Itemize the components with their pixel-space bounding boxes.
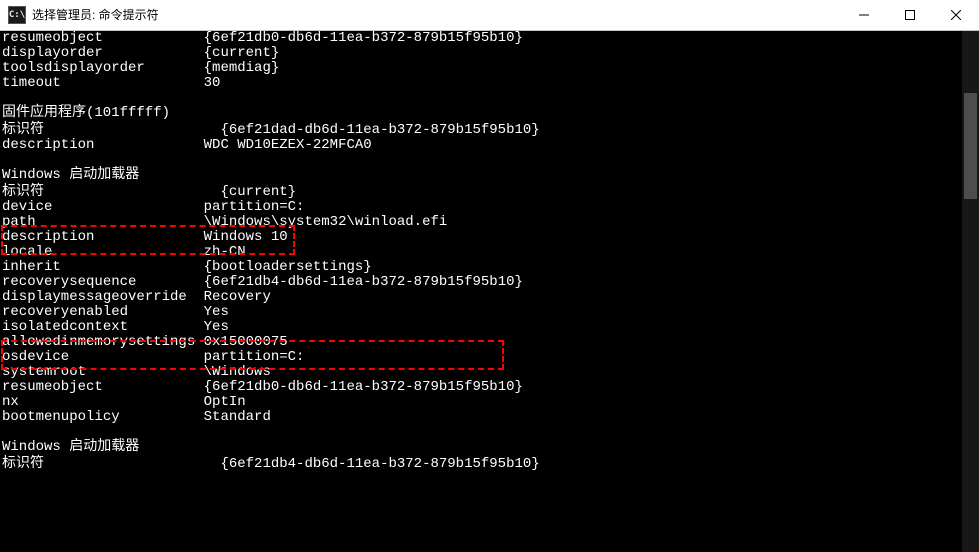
kv-line: resumeobject {6ef21db0-db6d-11ea-b372-87… bbox=[0, 31, 979, 46]
kv-key: displaymessageoverride bbox=[2, 290, 204, 305]
kv-value: Windows 10 bbox=[204, 230, 288, 245]
kv-value: {current} bbox=[204, 46, 280, 61]
kv-line: description Windows 10 bbox=[0, 230, 979, 245]
kv-value: {memdiag} bbox=[204, 61, 280, 76]
close-button[interactable] bbox=[933, 0, 979, 30]
kv-line: recoveryenabled Yes bbox=[0, 305, 979, 320]
section-text: Windows 启动加载器 bbox=[2, 168, 139, 183]
section-text: Windows 启动加载器 bbox=[2, 440, 139, 455]
kv-key: osdevice bbox=[2, 350, 204, 365]
kv-key: allowedinmemorysettings bbox=[2, 335, 204, 350]
kv-value: {6ef21db0-db6d-11ea-b372-879b15f95b10} bbox=[204, 380, 523, 395]
kv-value: 30 bbox=[204, 76, 221, 91]
kv-line: 标识符 {6ef21db4-db6d-11ea-b372-879b15f95b1… bbox=[0, 457, 979, 472]
kv-key: device bbox=[2, 200, 204, 215]
kv-value: \Windows bbox=[204, 365, 271, 380]
kv-key: 标识符 bbox=[2, 123, 220, 138]
kv-key: path bbox=[2, 215, 204, 230]
kv-line: toolsdisplayorder {memdiag} bbox=[0, 61, 979, 76]
kv-line: locale zh-CN bbox=[0, 245, 979, 260]
kv-line: isolatedcontext Yes bbox=[0, 320, 979, 335]
kv-line: recoverysequence {6ef21db4-db6d-11ea-b37… bbox=[0, 275, 979, 290]
kv-value: \Windows\system32\winload.efi bbox=[204, 215, 448, 230]
kv-line: osdevice partition=C: bbox=[0, 350, 979, 365]
kv-key: 标识符 bbox=[2, 457, 220, 472]
kv-key: isolatedcontext bbox=[2, 320, 204, 335]
section-text: 固件应用程序(101fffff) bbox=[2, 106, 170, 121]
kv-key: timeout bbox=[2, 76, 204, 91]
kv-key: nx bbox=[2, 395, 204, 410]
kv-key: 标识符 bbox=[2, 185, 220, 200]
kv-value: Yes bbox=[204, 305, 229, 320]
minimize-button[interactable] bbox=[841, 0, 887, 30]
kv-key: resumeobject bbox=[2, 380, 204, 395]
kv-key: displayorder bbox=[2, 46, 204, 61]
window-controls bbox=[841, 0, 979, 30]
kv-line: resumeobject {6ef21db0-db6d-11ea-b372-87… bbox=[0, 380, 979, 395]
kv-line: path \Windows\system32\winload.efi bbox=[0, 215, 979, 230]
kv-value: WDC WD10EZEX-22MFCA0 bbox=[204, 138, 372, 153]
kv-line: 标识符 {current} bbox=[0, 185, 979, 200]
kv-line: displayorder {current} bbox=[0, 46, 979, 61]
section-header: Windows 启动加载器 bbox=[0, 440, 979, 455]
kv-key: recoverysequence bbox=[2, 275, 204, 290]
kv-key: resumeobject bbox=[2, 31, 204, 46]
blank-line bbox=[0, 153, 979, 168]
kv-value: {6ef21db4-db6d-11ea-b372-879b15f95b10} bbox=[220, 457, 539, 472]
kv-line: inherit {bootloadersettings} bbox=[0, 260, 979, 275]
kv-line: bootmenupolicy Standard bbox=[0, 410, 979, 425]
kv-line: device partition=C: bbox=[0, 200, 979, 215]
kv-value: {6ef21db0-db6d-11ea-b372-879b15f95b10} bbox=[204, 31, 523, 46]
kv-line: nx OptIn bbox=[0, 395, 979, 410]
kv-line: timeout 30 bbox=[0, 76, 979, 91]
kv-value: {current} bbox=[220, 185, 296, 200]
maximize-button[interactable] bbox=[887, 0, 933, 30]
kv-key: toolsdisplayorder bbox=[2, 61, 204, 76]
console-output[interactable]: resumeobject {6ef21db0-db6d-11ea-b372-87… bbox=[0, 31, 979, 552]
blank-line bbox=[0, 91, 979, 106]
kv-value: 0x15000075 bbox=[204, 335, 288, 350]
kv-key: locale bbox=[2, 245, 204, 260]
kv-value: Standard bbox=[204, 410, 271, 425]
cmd-icon: C:\ bbox=[8, 6, 26, 24]
vertical-scrollbar[interactable] bbox=[962, 31, 979, 552]
kv-value: {bootloadersettings} bbox=[204, 260, 372, 275]
window-title-bar[interactable]: C:\ 选择管理员: 命令提示符 bbox=[0, 0, 979, 31]
kv-value: {6ef21db4-db6d-11ea-b372-879b15f95b10} bbox=[204, 275, 523, 290]
kv-key: systemroot bbox=[2, 365, 204, 380]
kv-value: Yes bbox=[204, 320, 229, 335]
kv-key: description bbox=[2, 230, 204, 245]
kv-key: recoveryenabled bbox=[2, 305, 204, 320]
window-title: 选择管理员: 命令提示符 bbox=[32, 8, 159, 23]
kv-line: systemroot \Windows bbox=[0, 365, 979, 380]
kv-line: 标识符 {6ef21dad-db6d-11ea-b372-879b15f95b1… bbox=[0, 123, 979, 138]
kv-key: description bbox=[2, 138, 204, 153]
scrollbar-thumb[interactable] bbox=[964, 93, 977, 199]
kv-value: partition=C: bbox=[204, 350, 305, 365]
section-header: 固件应用程序(101fffff) bbox=[0, 106, 979, 121]
kv-value: {6ef21dad-db6d-11ea-b372-879b15f95b10} bbox=[220, 123, 539, 138]
kv-value: zh-CN bbox=[204, 245, 246, 260]
kv-key: bootmenupolicy bbox=[2, 410, 204, 425]
kv-line: description WDC WD10EZEX-22MFCA0 bbox=[0, 138, 979, 153]
kv-key: inherit bbox=[2, 260, 204, 275]
section-header: Windows 启动加载器 bbox=[0, 168, 979, 183]
kv-line: allowedinmemorysettings 0x15000075 bbox=[0, 335, 979, 350]
kv-value: Recovery bbox=[204, 290, 271, 305]
blank-line bbox=[0, 425, 979, 440]
kv-value: OptIn bbox=[204, 395, 246, 410]
kv-value: partition=C: bbox=[204, 200, 305, 215]
kv-line: displaymessageoverride Recovery bbox=[0, 290, 979, 305]
